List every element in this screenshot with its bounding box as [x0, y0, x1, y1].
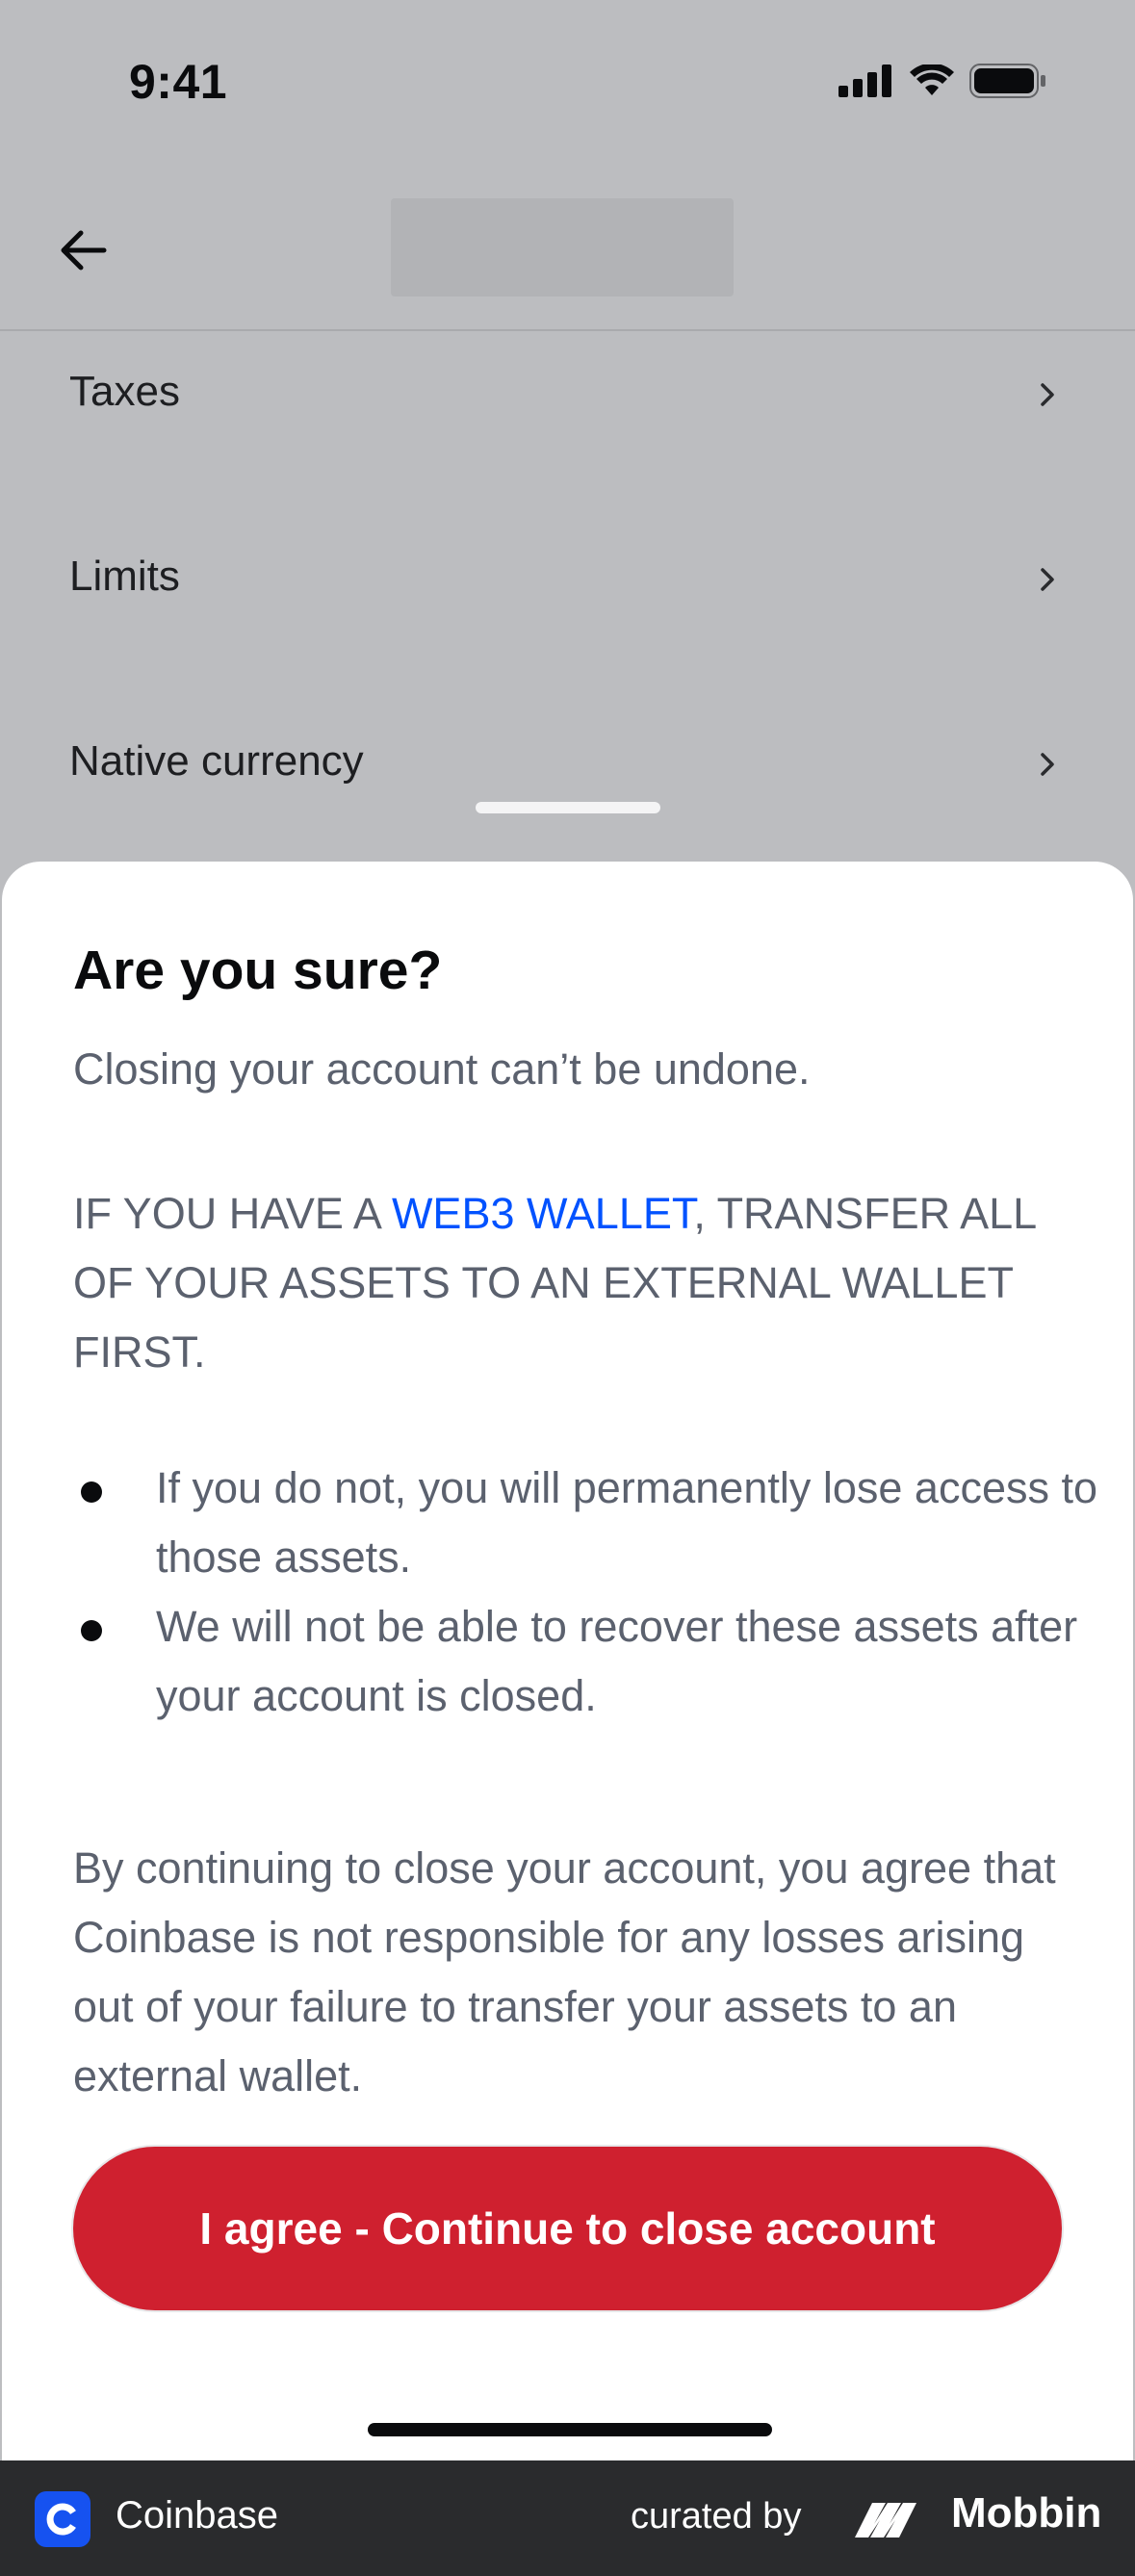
warning-prefix: IF YOU HAVE A — [73, 1189, 392, 1238]
settings-row-label: Taxes — [69, 368, 180, 415]
list-item-text: If you do not, you will permanently lose… — [156, 1463, 1098, 1582]
chevron-right-icon — [1041, 753, 1054, 776]
status-bar: 9:41 — [0, 0, 1135, 164]
list-item: If you do not, you will permanently lose… — [73, 1454, 1113, 1592]
back-arrow-icon[interactable] — [54, 221, 112, 279]
list-item-text: We will not be able to recover these ass… — [156, 1602, 1078, 1720]
web3-wallet-warning: IF YOU HAVE A WEB3 WALLET, TRANSFER ALL … — [73, 1179, 1074, 1387]
web3-wallet-link[interactable]: WEB3 WALLET — [392, 1189, 693, 1238]
consequence-list: If you do not, you will permanently lose… — [73, 1454, 1113, 1731]
chevron-right-icon — [1041, 383, 1054, 406]
status-icons — [838, 64, 1046, 98]
footer-app-name: Coinbase — [116, 2494, 279, 2537]
coinbase-logo-icon — [35, 2491, 90, 2547]
status-time: 9:41 — [129, 55, 228, 109]
close-account-confirmation-sheet: Are you sure? Closing your account can’t… — [2, 862, 1133, 2460]
sheet-title: Are you sure? — [73, 940, 443, 1001]
battery-icon — [969, 64, 1045, 98]
footer-curated-by: curated by — [631, 2496, 802, 2537]
navigation-bar — [0, 164, 1135, 331]
cellular-signal-icon — [838, 64, 891, 97]
wifi-icon — [910, 64, 954, 95]
sheet-subtitle: Closing your account can’t be undone. — [73, 1044, 811, 1094]
settings-row-label: Native currency — [69, 737, 364, 785]
settings-row-limits[interactable]: Limits — [0, 516, 1135, 701]
chevron-right-icon — [1041, 568, 1054, 591]
settings-row-native-currency[interactable]: Native currency — [0, 701, 1135, 886]
attribution-footer: Coinbase curated by Mobbin — [0, 2460, 1135, 2576]
footer-brand: Mobbin — [951, 2489, 1102, 2537]
list-item: We will not be able to recover these ass… — [73, 1592, 1113, 1731]
settings-row-label: Limits — [69, 553, 180, 600]
agree-close-account-button[interactable]: I agree - Continue to close account — [73, 2147, 1062, 2310]
liability-disclaimer: By continuing to close your account, you… — [73, 1843, 1056, 2100]
bullet-dot-icon — [81, 1620, 102, 1641]
settings-row-taxes[interactable]: Taxes — [0, 331, 1135, 516]
blurred-page-title — [391, 198, 734, 296]
sheet-grabber-handle[interactable] — [476, 802, 660, 813]
bullet-dot-icon — [81, 1481, 102, 1503]
mobbin-logo-icon — [855, 2503, 916, 2537]
home-indicator — [368, 2423, 772, 2436]
